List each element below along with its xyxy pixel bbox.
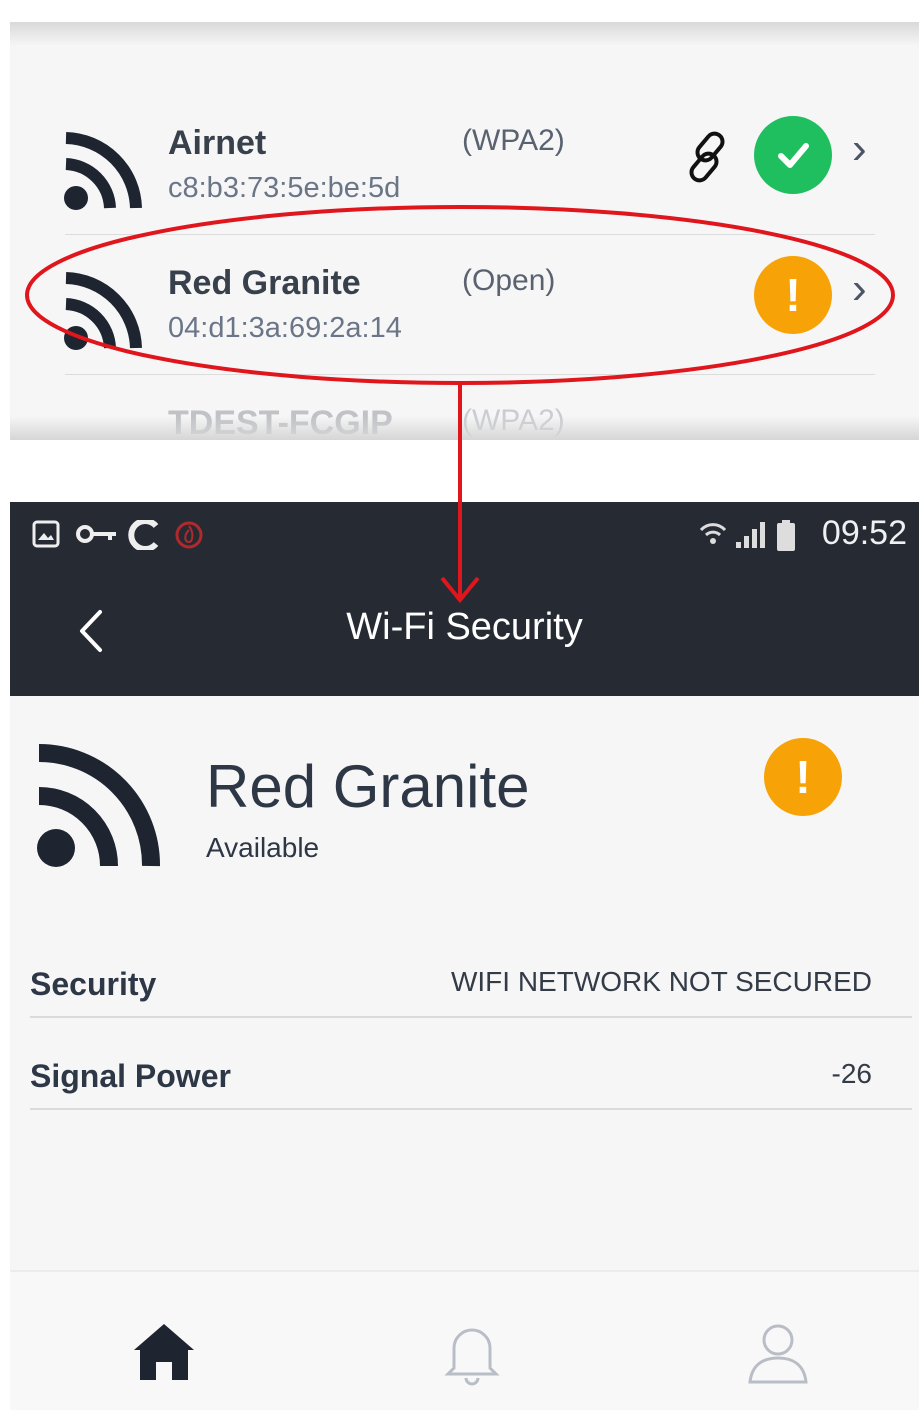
gallery-icon [32, 520, 60, 548]
torn-edge-top [10, 22, 919, 46]
signal-icon [736, 522, 765, 548]
network-encryption: (WPA2) [462, 124, 565, 157]
chevron-right-icon[interactable]: › [852, 124, 867, 174]
info-label: Signal Power [30, 1058, 231, 1094]
list-divider [65, 374, 875, 375]
info-row-security: Security WIFI NETWORK NOT SECURED [30, 956, 912, 1018]
bell-icon[interactable] [432, 1312, 512, 1392]
key-icon [76, 525, 116, 543]
wifi-icon [64, 272, 142, 350]
network-encryption: (Open) [462, 264, 556, 297]
user-icon[interactable] [738, 1312, 818, 1392]
wifi-status-icon [699, 523, 727, 544]
info-row-signal-power: Signal Power -26 [30, 1048, 912, 1110]
info-value: WIFI NETWORK NOT SECURED [450, 966, 872, 997]
chevron-right-icon[interactable]: › [852, 264, 867, 314]
battery-icon [777, 520, 795, 551]
network-mac: 04:d1:3a:69:2a:14 [168, 312, 402, 344]
bottom-navigation [10, 1270, 919, 1410]
network-row-airnet[interactable]: Airnet c8:b3:73:5e:be:5d (WPA2) › [10, 110, 919, 250]
wifi-icon [64, 132, 142, 210]
flame-app-icon [175, 521, 203, 549]
detail-availability: Available [206, 832, 320, 863]
info-value: -26 [831, 1058, 872, 1089]
page-title: Wi-Fi Security [346, 606, 583, 648]
app-header: Wi-Fi Security [10, 566, 919, 696]
network-list-excerpt: Airnet c8:b3:73:5e:be:5d (WPA2) › Red Gr… [10, 22, 919, 440]
status-bar: 09:52 [10, 502, 919, 566]
network-mac: c8:b3:73:5e:be:5d [168, 172, 401, 204]
exclamation-circle-icon: ! [764, 738, 842, 816]
c-app-icon [128, 520, 159, 550]
network-name: Red Granite [168, 264, 361, 302]
list-divider [65, 234, 875, 235]
status-time: 09:52 [821, 514, 907, 552]
exclamation-circle-icon: ! [754, 256, 832, 334]
link-icon [689, 131, 725, 183]
check-circle-icon [754, 116, 832, 194]
detail-network-name: Red Granite [206, 753, 530, 820]
info-label: Security [30, 966, 157, 1002]
network-row-red-granite[interactable]: Red Granite 04:d1:3a:69:2a:14 (Open) ! › [10, 250, 919, 390]
warning-symbol: ! [795, 751, 811, 803]
network-name: Airnet [168, 124, 267, 162]
home-icon[interactable] [124, 1312, 204, 1392]
torn-edge-bottom [10, 416, 919, 440]
warning-symbol: ! [785, 269, 801, 321]
wifi-icon [37, 744, 161, 867]
